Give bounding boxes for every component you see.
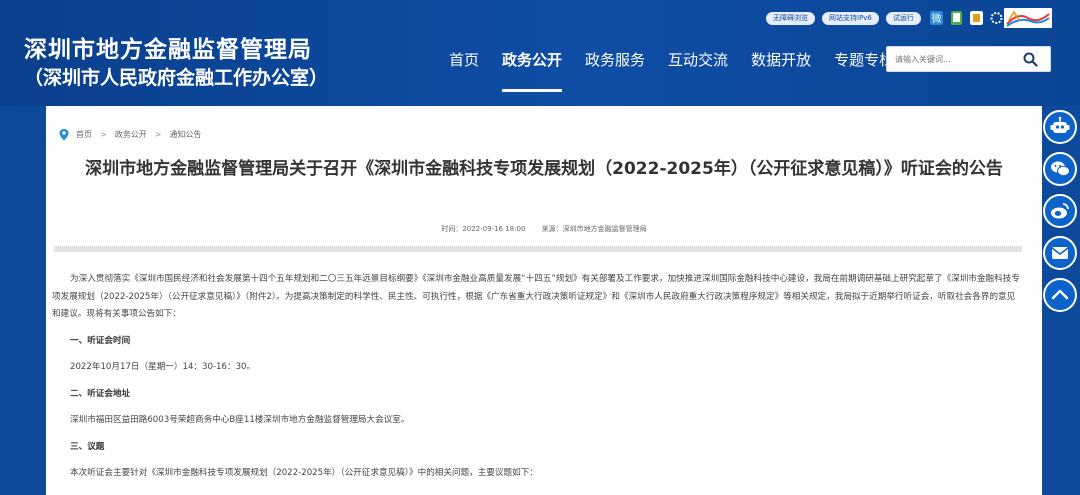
search-box (886, 46, 1051, 72)
weibo-button[interactable] (1043, 194, 1077, 228)
nav-open-data[interactable]: 数据开放 (751, 50, 811, 72)
robot-assistant-button[interactable] (1043, 110, 1077, 144)
topics-intro-text: 本次听证会主要针对《深圳市金融科技专项发展规划（2022-2025年）（公开征求… (70, 468, 538, 478)
nav-home[interactable]: 首页 (449, 50, 479, 72)
search-input[interactable] (895, 52, 1015, 67)
hearing-time-text: 2022年10月17日（星期一）14：30-16：30。 (70, 362, 256, 372)
breadcrumb-separator: > (154, 130, 162, 139)
article-container: 首页 > 政务公开 > 通知公告 深圳市地方金融监督管理局关于召开《深圳市金融科… (46, 106, 1042, 495)
breadcrumb-separator: > (100, 130, 107, 139)
mail-icon (1051, 247, 1069, 259)
ipv6-badge[interactable]: 网站支持IPv6 (822, 12, 879, 25)
title-divider (54, 246, 1022, 252)
breadcrumb-gov-affairs[interactable]: 政务公开 (115, 129, 147, 140)
email-button[interactable] (1043, 236, 1077, 270)
info-icon[interactable] (970, 11, 983, 25)
site-title[interactable]: 深圳市地方金融监督管理局 (24, 30, 312, 64)
site-header: 深圳市地方金融监督管理局 （深圳市人民政府金融工作办公室） 无障碍浏览 网站支持… (0, 0, 1080, 106)
article-title: 深圳市地方金融监督管理局关于召开《深圳市金融科技专项发展规划（2022-2025… (85, 159, 1003, 179)
settings-icon[interactable] (990, 11, 1003, 25)
weibo-small-icon[interactable]: 微 (930, 11, 943, 25)
svg-text:微: 微 (932, 12, 942, 25)
weibo-icon (1051, 203, 1069, 219)
article-source: 来源：深圳市地方金融监督管理局 (541, 225, 647, 233)
breadcrumb-home[interactable]: 首页 (76, 129, 92, 140)
top-tools: 无障碍浏览 网站支持IPv6 试运行 (766, 12, 921, 25)
hearing-address-text: 深圳市福田区益田路6003号荣超商务中心B座11楼深圳市地方金融监督管理局大会议… (70, 415, 410, 425)
search-icon[interactable] (1023, 52, 1038, 67)
nav-gov-affairs[interactable]: 政务公开 (502, 50, 563, 92)
breadcrumb-notices[interactable]: 通知公告 (169, 129, 201, 140)
accessibility-link[interactable]: 无障碍浏览 (766, 12, 815, 25)
section-heading: 一、听证会时间 (70, 335, 131, 346)
trial-run-badge[interactable]: 试运行 (885, 12, 921, 25)
robot-icon (1050, 116, 1070, 133)
wechat-icon (1051, 161, 1070, 177)
back-to-top-icon (1051, 289, 1069, 300)
breadcrumb: 首页 > 政务公开 > 通知公告 (58, 128, 201, 141)
main-nav: 首页 政务公开 政务服务 互动交流 数据开放 专题专栏 (449, 50, 917, 92)
phone-app-icon[interactable] (950, 11, 963, 25)
nav-interaction[interactable]: 互动交流 (668, 50, 728, 72)
wechat-button[interactable] (1043, 152, 1077, 186)
intro-paragraph: 为深入贯彻落实《深圳市国民经济和社会发展第十四个五年规划和二〇三五年远景目标纲要… (52, 274, 1020, 319)
section-heading: 二、听证会地址 (70, 388, 131, 399)
location-icon (59, 129, 69, 141)
publish-time: 时间：2022-09-16 18:00 (441, 225, 526, 233)
article-meta: 时间：2022-09-16 18:00 来源：深圳市地方金融监督管理局 (46, 224, 1042, 234)
site-subtitle: （深圳市人民政府金融工作办公室） (24, 67, 329, 89)
back-to-top-button[interactable] (1043, 278, 1077, 312)
government-logo (1004, 8, 1052, 28)
article-body: 为深入贯彻落实《深圳市国民经济和社会发展第十四个五年规划和二〇三五年远景目标纲要… (52, 271, 1022, 483)
top-icon-row: 微 (930, 11, 1003, 25)
section-heading: 三、议题 (70, 441, 105, 452)
nav-gov-services[interactable]: 政务服务 (585, 50, 645, 72)
